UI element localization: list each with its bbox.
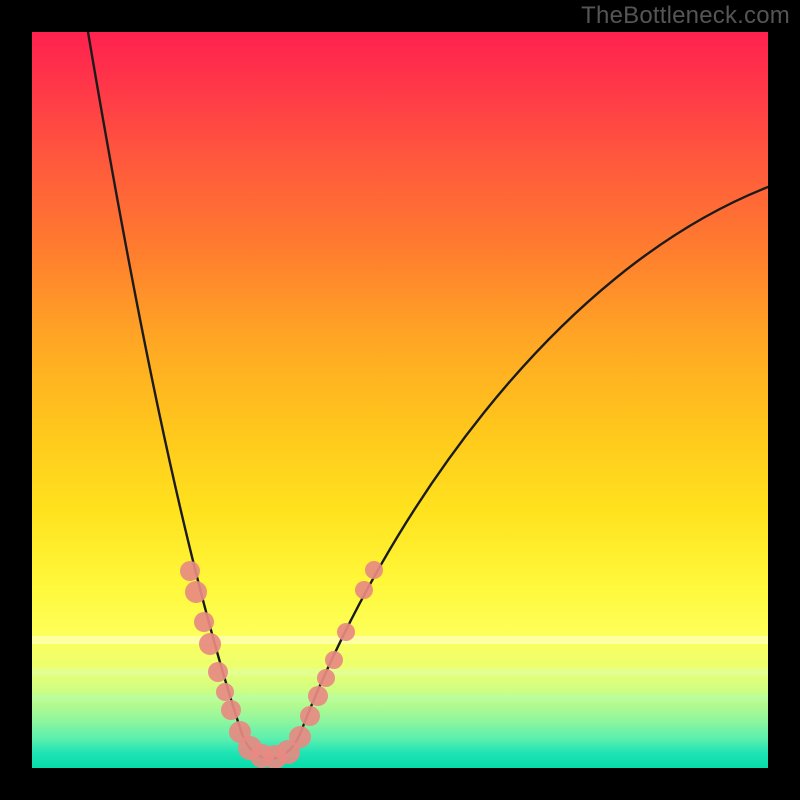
chart-plot-area: [32, 32, 768, 768]
highlight-dot: [199, 633, 221, 655]
highlight-dot: [221, 700, 241, 720]
highlight-dot: [365, 561, 383, 579]
highlight-dots-group: [180, 561, 383, 768]
highlight-dot: [208, 662, 228, 682]
chart-svg: [32, 32, 768, 768]
bottleneck-curve: [88, 32, 768, 759]
highlight-dot: [216, 683, 234, 701]
highlight-dot: [185, 581, 207, 603]
highlight-dot: [308, 686, 328, 706]
highlight-dot: [180, 561, 200, 581]
highlight-dot: [337, 623, 355, 641]
highlight-dot: [355, 581, 373, 599]
highlight-dot: [325, 651, 343, 669]
watermark-text: TheBottleneck.com: [581, 2, 790, 30]
highlight-dot: [300, 706, 320, 726]
highlight-dot: [289, 726, 311, 748]
highlight-dot: [317, 669, 335, 687]
highlight-dot: [194, 612, 214, 632]
